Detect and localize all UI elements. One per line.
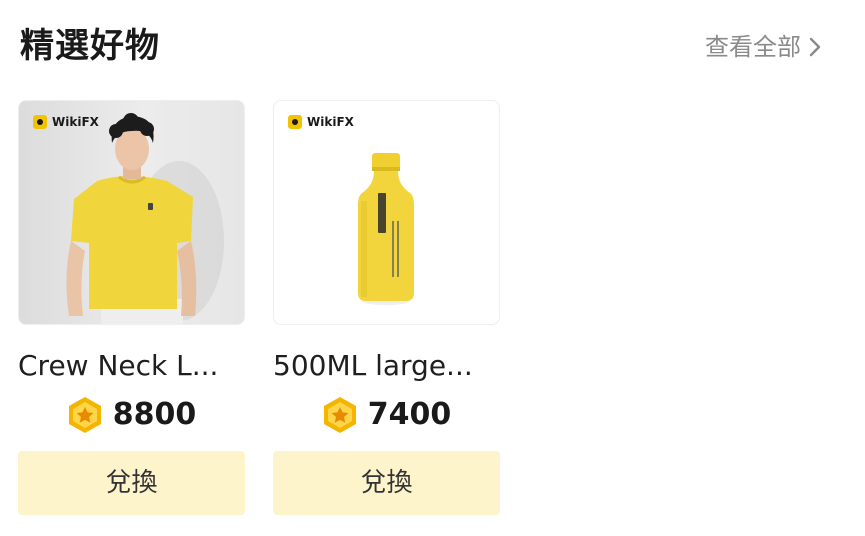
product-name[interactable]: 500ML large...	[273, 347, 500, 385]
view-all-label: 查看全部	[705, 33, 801, 61]
product-price: 7400	[273, 395, 500, 435]
star-coin-icon	[322, 396, 358, 434]
tshirt-model-image	[66, 113, 224, 324]
chevron-right-icon	[809, 37, 821, 57]
product-card[interactable]: WikiFX 500ML large... 7400 兌換	[273, 100, 500, 515]
section-title: 精選好物	[20, 26, 160, 66]
product-image[interactable]: WikiFX	[273, 100, 500, 325]
product-price: 8800	[18, 395, 245, 435]
redeem-button[interactable]: 兌換	[273, 451, 500, 515]
price-value: 8800	[112, 397, 197, 432]
product-image[interactable]: WikiFX	[18, 100, 245, 325]
view-all-link[interactable]: 查看全部	[705, 30, 821, 64]
redeem-button[interactable]: 兌換	[18, 451, 245, 515]
price-value: 7400	[367, 397, 452, 432]
product-name[interactable]: Crew Neck L...	[18, 347, 245, 385]
water-bottle-image	[358, 153, 414, 305]
product-card[interactable]: WikiFX Crew Neck L... 8800 兌換	[18, 100, 245, 515]
featured-products-section: 精選好物 查看全部 WikiFX Crew Neck L... 8800 兌換 …	[0, 0, 865, 536]
star-coin-icon	[67, 396, 103, 434]
